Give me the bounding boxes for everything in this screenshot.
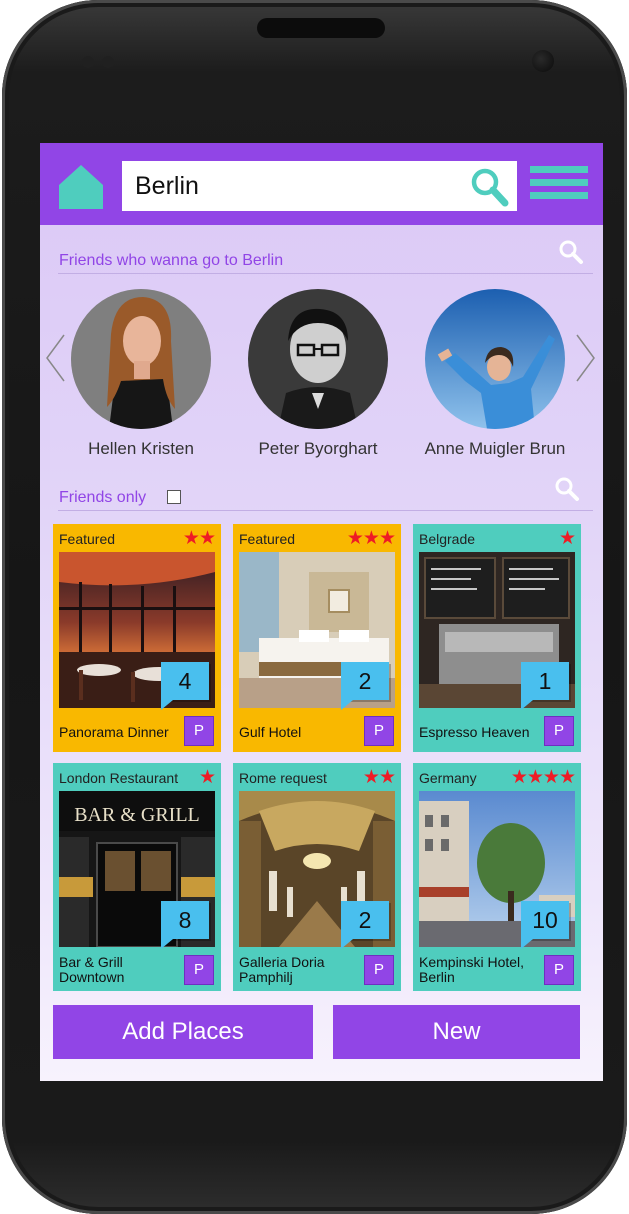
light-sensor	[102, 56, 114, 68]
place-card[interactable]: Rome request ★★ 2 Galleria Doria Pamphil…	[233, 763, 401, 991]
top-bar: Berlin	[40, 143, 603, 225]
hamburger-menu-icon[interactable]	[530, 166, 588, 208]
add-places-button[interactable]: Add Places	[53, 1005, 313, 1059]
place-tag: Germany	[419, 770, 477, 786]
star-rating: ★★★★	[510, 767, 576, 788]
place-name: Galleria Doria Pamphilj	[239, 954, 325, 985]
star-rating: ★	[558, 528, 576, 549]
front-camera-icon	[532, 50, 554, 72]
app-screen: Berlin Friends who wanna go to Berlin He…	[40, 143, 603, 1081]
place-tag: Belgrade	[419, 531, 476, 547]
place-card[interactable]: Featured ★★★ 2 Gulf Hotel P	[233, 524, 401, 752]
friend-name: Hellen Kristen	[88, 439, 194, 458]
search-input-value: Berlin	[135, 172, 199, 200]
friends-only-checkbox[interactable]	[167, 490, 181, 504]
place-tag: London Restaurant	[59, 770, 179, 786]
p-badge[interactable]: P	[365, 717, 393, 745]
search-input[interactable]: Berlin	[122, 161, 517, 211]
friends-only-label: Friends only	[59, 489, 147, 506]
p-badge[interactable]: P	[545, 717, 573, 745]
friends-section-title: Friends who wanna go to Berlin	[59, 252, 284, 269]
friend-name: Anne Muigler Brun	[424, 439, 566, 458]
friends-search-icon[interactable]	[558, 239, 584, 265]
star-rating: ★★★	[346, 528, 396, 549]
avatar	[248, 289, 388, 429]
count-badge: 8	[161, 901, 209, 949]
count-badge: 10	[521, 901, 569, 949]
place-tag: Rome request	[239, 770, 327, 786]
place-name: Panorama Dinner	[59, 724, 169, 740]
count-badge: 2	[341, 901, 389, 949]
avatar	[425, 289, 565, 429]
friend-card[interactable]: Peter Byorghart	[233, 289, 403, 459]
place-name: Espresso Heaven	[419, 724, 530, 740]
star-rating: ★	[198, 767, 216, 788]
place-card[interactable]: Featured ★★ 4 Panorama Dinner P	[53, 524, 221, 752]
home-icon[interactable]	[58, 163, 104, 209]
friend-card[interactable]: Anne Muigler Brun	[410, 289, 580, 459]
friend-card[interactable]: Hellen Kristen	[56, 289, 226, 459]
star-rating: ★★	[362, 767, 396, 788]
section-divider	[58, 273, 593, 274]
place-name: Kempinski Hotel, Berlin	[419, 954, 525, 985]
p-badge[interactable]: P	[185, 717, 213, 745]
place-card[interactable]: Germany ★★★★ 10 Kempinski Hotel, Berlin …	[413, 763, 581, 991]
proximity-sensor	[82, 56, 94, 68]
place-name: Gulf Hotel	[239, 724, 302, 740]
places-search-icon[interactable]	[554, 476, 580, 502]
place-tag: Featured	[239, 531, 296, 547]
speaker-grill	[257, 18, 385, 38]
p-badge[interactable]: P	[545, 956, 573, 984]
section-divider	[58, 510, 593, 511]
count-badge: 1	[521, 662, 569, 710]
place-card[interactable]: Belgrade ★ 1 Espresso Heaven P	[413, 524, 581, 752]
count-badge: 4	[161, 662, 209, 710]
place-name: Bar & Grill Downtown	[59, 954, 125, 985]
star-rating: ★★	[182, 528, 216, 549]
p-badge[interactable]: P	[185, 956, 213, 984]
place-tag: Featured	[59, 531, 116, 547]
friend-name: Peter Byorghart	[258, 439, 378, 458]
new-button[interactable]: New	[333, 1005, 580, 1059]
bar-sign: BAR & GRILL	[74, 804, 200, 826]
avatar	[71, 289, 211, 429]
p-badge[interactable]: P	[365, 956, 393, 984]
count-badge: 2	[341, 662, 389, 710]
place-card[interactable]: London Restaurant ★ BAR & GRILL 8 Bar & …	[53, 763, 221, 991]
search-icon[interactable]	[469, 167, 509, 207]
